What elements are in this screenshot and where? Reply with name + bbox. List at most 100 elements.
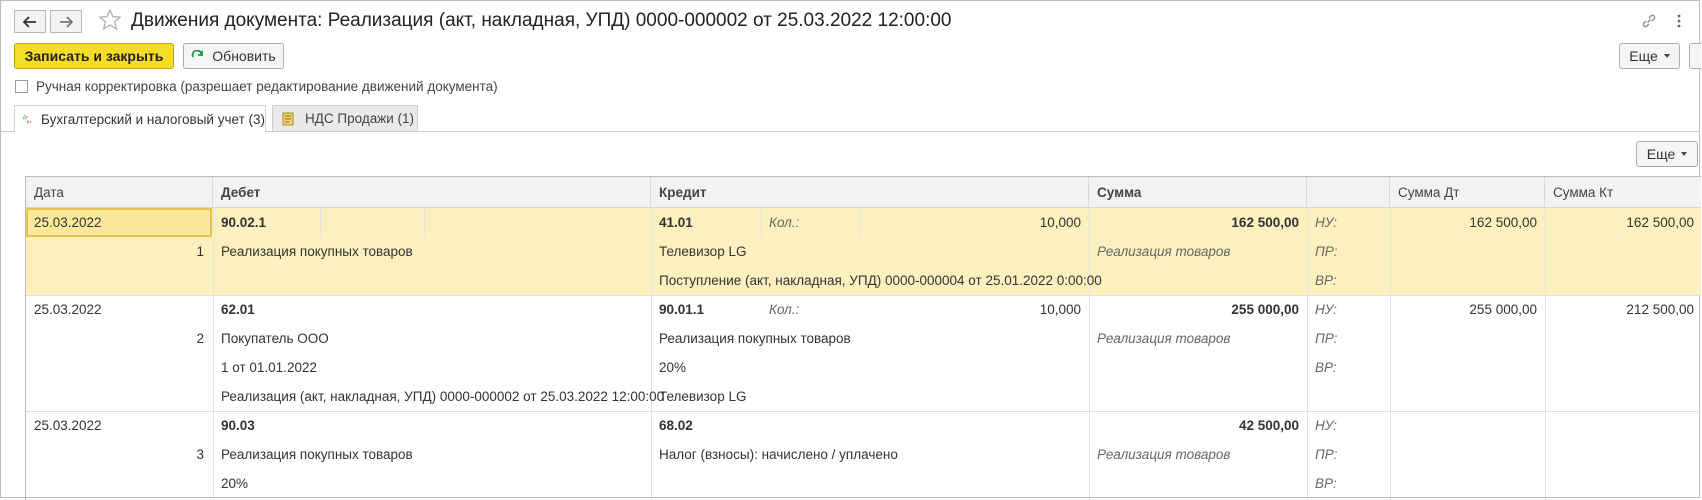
tab-vat-sales[interactable]: НДС Продажи (1)	[272, 105, 418, 132]
kebab-menu-icon	[1677, 14, 1681, 28]
column-header-sum-dt[interactable]: Сумма Дт	[1390, 177, 1545, 208]
star-icon	[98, 8, 122, 31]
cell-tax-label-pr: ПР:	[1315, 447, 1338, 462]
more-label: Еще	[1629, 48, 1658, 64]
tab-baseline-left	[0, 131, 14, 132]
cell-debit-subconto: Реализация (акт, накладная, УПД) 0000-00…	[221, 389, 665, 404]
cell-tax-label-pr: ПР:	[1315, 244, 1338, 259]
more-button[interactable]: Еще	[1619, 43, 1680, 69]
col-sep	[1390, 208, 1391, 500]
cell-sum-dt: 162 500,00	[1469, 215, 1537, 230]
column-header-debit[interactable]: Дебет	[213, 177, 651, 208]
cell-credit-subconto: Телевизор LG	[659, 389, 747, 404]
tab-vat-sales-label: НДС Продажи (1)	[305, 111, 415, 126]
cell-row-number: 3	[196, 447, 204, 462]
col-sep	[213, 208, 214, 500]
subcol-sep	[424, 208, 425, 237]
cell-qty-label: Кол.:	[769, 215, 800, 230]
cell-content: Реализация товаров	[1097, 244, 1231, 259]
cell-debit-subconto: 20%	[221, 476, 249, 491]
manual-edit-checkbox[interactable]	[15, 80, 28, 93]
svg-text:Дт: Дт	[23, 114, 28, 119]
column-header-sum-kt[interactable]: Сумма Кт	[1545, 177, 1701, 208]
cell-tax-label-pr: ПР:	[1315, 331, 1338, 346]
document-icon	[282, 112, 294, 125]
cell-debit-account: 62.01	[221, 302, 255, 317]
back-button[interactable]	[14, 10, 46, 33]
column-header-sum[interactable]: Сумма	[1089, 177, 1307, 208]
movements-table[interactable]: Дата Дебет Кредит Сумма Сумма Дт Сумма К…	[25, 176, 1701, 500]
cell-debit-subconto: Покупатель ООО	[221, 331, 329, 346]
cell-sum-kt: 162 500,00	[1626, 215, 1694, 230]
col-sep	[1545, 208, 1546, 500]
help-button-edge[interactable]	[1689, 43, 1701, 69]
cell-qty: 10,000	[1039, 302, 1081, 317]
cell-sum-kt: 212 500,00	[1626, 302, 1694, 317]
row-sep	[26, 411, 1701, 412]
cell-credit-subconto: Налог (взносы): начислено / уплачено	[659, 447, 898, 462]
col-sep	[1307, 208, 1308, 500]
refresh-button[interactable]: Обновить	[183, 43, 284, 69]
cell-sum: 42 500,00	[1238, 418, 1299, 433]
table-header: Дата Дебет Кредит Сумма Сумма Дт Сумма К…	[26, 177, 1701, 208]
cell-sum: 255 000,00	[1231, 302, 1299, 317]
cell-credit-account: 90.01.1	[659, 302, 705, 317]
cell-date: 25.03.2022	[34, 302, 102, 317]
cell-tax-label-nu: НУ:	[1315, 215, 1337, 230]
tab-accounting-label: Бухгалтерский и налоговый учет (3)	[41, 111, 265, 127]
cell-debit-subconto: Реализация покупных товаров	[221, 244, 413, 259]
table-more-label: Еще	[1646, 146, 1676, 162]
more-actions-button[interactable]	[1668, 10, 1690, 32]
column-header-tax-type[interactable]	[1307, 177, 1390, 208]
cell-tax-label-vr: ВР:	[1315, 360, 1337, 375]
refresh-label: Обновить	[212, 48, 276, 64]
cell-debit-account: 90.02.1	[221, 215, 267, 230]
cell-tax-label-vr: ВР:	[1315, 273, 1337, 288]
cell-tax-label-vr: ВР:	[1315, 476, 1337, 491]
col-sep	[1089, 208, 1090, 500]
column-header-date[interactable]: Дата	[26, 177, 213, 208]
tab-accounting[interactable]: Дт Кт Бухгалтерский и налоговый учет (3)	[14, 105, 266, 132]
refresh-icon	[191, 49, 204, 57]
cell-credit-subconto: Поступление (акт, накладная, УПД) 0000-0…	[659, 273, 1102, 288]
cell-row-number: 1	[196, 244, 204, 259]
subcol-sep	[761, 208, 762, 237]
forward-button[interactable]	[50, 10, 82, 33]
svg-text:Кт: Кт	[27, 119, 32, 124]
cell-date: 25.03.2022	[34, 215, 102, 230]
cell-tax-label-nu: НУ:	[1315, 302, 1337, 317]
cell-debit-subconto: Реализация покупных товаров	[221, 447, 413, 462]
save-and-close-button[interactable]: Записать и закрыть	[14, 43, 174, 69]
dt-kt-icon: Дт Кт	[23, 114, 32, 124]
cell-credit-subconto: 20%	[659, 360, 687, 375]
favorite-button[interactable]	[98, 8, 122, 32]
cell-date: 25.03.2022	[34, 418, 102, 433]
arrow-left-icon	[23, 15, 36, 28]
col-sep	[651, 208, 652, 500]
manual-edit-label: Ручная корректировка (разрешает редактир…	[36, 79, 498, 94]
cell-row-number: 2	[196, 331, 204, 346]
table-more-button[interactable]: Еще	[1636, 141, 1698, 167]
chevron-down-icon	[1681, 152, 1688, 156]
cell-credit-account: 41.01	[659, 215, 693, 230]
arrow-right-icon	[60, 15, 73, 28]
cell-qty: 10,000	[1039, 215, 1081, 230]
cell-content: Реализация товаров	[1097, 331, 1231, 346]
cell-credit-account: 68.02	[659, 418, 693, 433]
column-header-credit[interactable]: Кредит	[651, 177, 1089, 208]
tab-baseline	[266, 131, 1700, 132]
subcol-sep	[320, 208, 321, 237]
link-button[interactable]	[1638, 10, 1660, 32]
link-icon	[1642, 14, 1656, 28]
cell-tax-label-nu: НУ:	[1315, 418, 1337, 433]
cell-debit-subconto: 1 от 01.01.2022	[221, 360, 317, 375]
chevron-down-icon	[1663, 54, 1670, 58]
cell-credit-subconto: Телевизор LG	[659, 244, 747, 259]
cell-qty-label: Кол.:	[769, 302, 800, 317]
cell-sum: 162 500,00	[1231, 215, 1299, 230]
cell-debit-account: 90.03	[221, 418, 255, 433]
page-title: Движения документа: Реализация (акт, нак…	[131, 10, 952, 31]
cell-sum-dt: 255 000,00	[1469, 302, 1537, 317]
cell-content: Реализация товаров	[1097, 447, 1231, 462]
cell-credit-subconto: Реализация покупных товаров	[659, 331, 851, 346]
